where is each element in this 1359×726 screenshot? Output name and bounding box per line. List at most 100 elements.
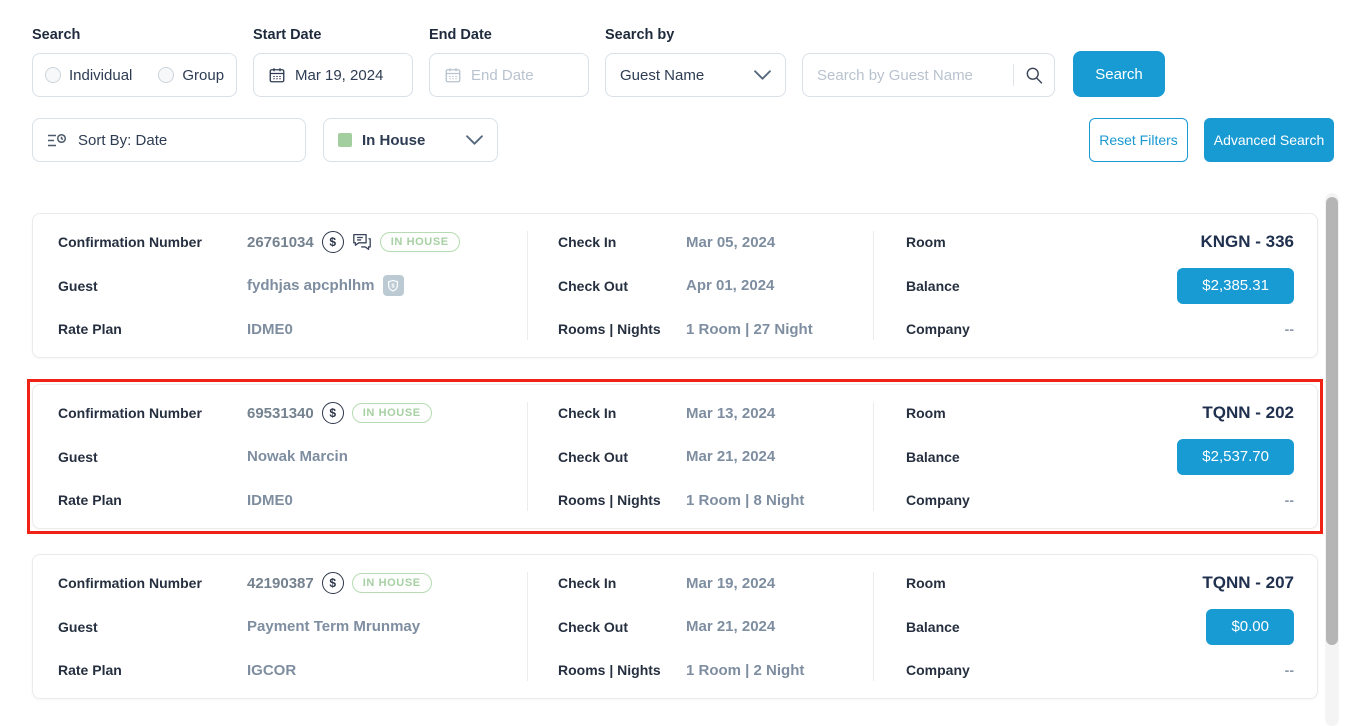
confirmation-number-value[interactable]: 42190387 bbox=[247, 575, 314, 592]
reset-filters-button[interactable]: Reset Filters bbox=[1089, 118, 1188, 162]
scrollbar-thumb[interactable] bbox=[1326, 197, 1338, 645]
room-value: TQNN - 202 bbox=[1202, 403, 1294, 423]
confirmation-number-value[interactable]: 69531340 bbox=[247, 405, 314, 422]
rooms-nights-label: Rooms | Nights bbox=[558, 662, 686, 678]
chevron-down-icon bbox=[466, 135, 483, 146]
svg-text:$: $ bbox=[391, 283, 395, 289]
rate-plan-value: IGCOR bbox=[247, 662, 296, 679]
reservation-card[interactable]: Confirmation Number 42190387 $ IN HOUSE … bbox=[32, 554, 1318, 699]
check-out-value: Apr 01, 2024 bbox=[686, 277, 774, 294]
calendar-icon bbox=[444, 66, 462, 84]
status-filter-value: In House bbox=[362, 132, 425, 149]
filter-bar: Search Individual Group Start Date Mar 1… bbox=[32, 27, 1334, 162]
check-out-value: Mar 21, 2024 bbox=[686, 448, 775, 465]
rooms-nights-value: 1 Room | 2 Night bbox=[686, 662, 804, 679]
guest-label: Guest bbox=[58, 449, 247, 465]
search-by-value: Guest Name bbox=[620, 67, 704, 84]
guest-name: Payment Term Mrunmay bbox=[247, 618, 420, 635]
balance-label: Balance bbox=[906, 449, 960, 465]
search-label: Search bbox=[32, 27, 237, 43]
balance-pill[interactable]: $2,385.31 bbox=[1177, 268, 1294, 304]
payment-shield-icon[interactable]: $ bbox=[383, 275, 404, 296]
dollar-circle-icon[interactable]: $ bbox=[322, 572, 344, 594]
radio-icon[interactable] bbox=[45, 67, 61, 83]
radio-individual[interactable]: Individual bbox=[45, 67, 132, 84]
room-label: Room bbox=[906, 575, 946, 591]
rate-plan-label: Rate Plan bbox=[58, 321, 247, 337]
balance-pill[interactable]: $0.00 bbox=[1206, 609, 1294, 645]
calendar-icon bbox=[268, 66, 286, 84]
end-date-placeholder: End Date bbox=[471, 67, 534, 84]
rooms-nights-label: Rooms | Nights bbox=[558, 492, 686, 508]
check-in-value: Mar 13, 2024 bbox=[686, 405, 775, 422]
company-label: Company bbox=[906, 321, 970, 337]
rate-plan-label: Rate Plan bbox=[58, 492, 247, 508]
reservation-card[interactable]: Confirmation Number 26761034 $ IN HOUSE … bbox=[32, 213, 1318, 358]
company-value: -- bbox=[1285, 492, 1294, 508]
chevron-down-icon bbox=[754, 70, 771, 81]
divider bbox=[1013, 64, 1014, 86]
status-square-icon bbox=[338, 133, 352, 147]
check-in-label: Check In bbox=[558, 575, 686, 591]
rooms-nights-value: 1 Room | 8 Night bbox=[686, 492, 804, 509]
confirmation-number-label: Confirmation Number bbox=[58, 234, 247, 250]
guest-label: Guest bbox=[58, 619, 247, 635]
check-out-label: Check Out bbox=[558, 449, 686, 465]
sort-icon bbox=[47, 133, 67, 148]
check-in-value: Mar 05, 2024 bbox=[686, 234, 775, 251]
guest-label: Guest bbox=[58, 278, 247, 294]
scrollbar-track[interactable] bbox=[1325, 193, 1339, 726]
company-value: -- bbox=[1285, 662, 1294, 678]
highlighted-card-outline: Confirmation Number 69531340 $ IN HOUSE … bbox=[27, 379, 1323, 534]
advanced-search-button[interactable]: Advanced Search bbox=[1204, 118, 1334, 162]
room-label: Room bbox=[906, 234, 946, 250]
search-icon[interactable] bbox=[1024, 65, 1044, 85]
radio-group[interactable]: Group bbox=[158, 67, 224, 84]
end-date-input[interactable]: End Date bbox=[429, 53, 589, 97]
balance-label: Balance bbox=[906, 278, 960, 294]
dollar-circle-icon[interactable]: $ bbox=[322, 402, 344, 424]
company-label: Company bbox=[906, 492, 970, 508]
room-value: TQNN - 207 bbox=[1202, 573, 1294, 593]
start-date-value: Mar 19, 2024 bbox=[295, 67, 383, 84]
radio-individual-label: Individual bbox=[69, 67, 132, 84]
rate-plan-value: IDME0 bbox=[247, 492, 293, 509]
sort-by-value: Sort By: Date bbox=[78, 132, 167, 149]
check-in-label: Check In bbox=[558, 234, 686, 250]
start-date-label: Start Date bbox=[253, 27, 413, 43]
confirmation-number-label: Confirmation Number bbox=[58, 575, 247, 591]
radio-icon[interactable] bbox=[158, 67, 174, 83]
check-in-label: Check In bbox=[558, 405, 686, 421]
in-house-badge: IN HOUSE bbox=[352, 403, 432, 423]
room-value: KNGN - 336 bbox=[1200, 232, 1294, 252]
status-filter-select[interactable]: In House bbox=[323, 118, 498, 162]
confirmation-number-label: Confirmation Number bbox=[58, 405, 247, 421]
search-by-label: Search by bbox=[605, 27, 786, 43]
company-value: -- bbox=[1285, 321, 1294, 337]
balance-pill[interactable]: $2,537.70 bbox=[1177, 439, 1294, 475]
room-label: Room bbox=[906, 405, 946, 421]
start-date-input[interactable]: Mar 19, 2024 bbox=[253, 53, 413, 97]
rate-plan-label: Rate Plan bbox=[58, 662, 247, 678]
search-button[interactable]: Search bbox=[1073, 51, 1165, 97]
check-out-label: Check Out bbox=[558, 278, 686, 294]
reservation-list: Confirmation Number 26761034 $ IN HOUSE … bbox=[32, 213, 1318, 699]
radio-group-label: Group bbox=[182, 67, 224, 84]
chat-icon[interactable] bbox=[352, 233, 372, 251]
dollar-circle-icon[interactable]: $ bbox=[322, 231, 344, 253]
in-house-badge: IN HOUSE bbox=[352, 573, 432, 593]
check-out-label: Check Out bbox=[558, 619, 686, 635]
sort-by-select[interactable]: Sort By: Date bbox=[32, 118, 306, 162]
confirmation-number-value[interactable]: 26761034 bbox=[247, 234, 314, 251]
rooms-nights-label: Rooms | Nights bbox=[558, 321, 686, 337]
end-date-label: End Date bbox=[429, 27, 589, 43]
search-input[interactable] bbox=[817, 67, 1013, 84]
balance-label: Balance bbox=[906, 619, 960, 635]
search-by-select[interactable]: Guest Name bbox=[605, 53, 786, 97]
search-type-radio-group: Individual Group bbox=[32, 53, 237, 97]
check-out-value: Mar 21, 2024 bbox=[686, 618, 775, 635]
reservation-card[interactable]: Confirmation Number 69531340 $ IN HOUSE … bbox=[32, 384, 1318, 529]
in-house-badge: IN HOUSE bbox=[380, 232, 460, 252]
guest-name: fydhjas apcphlhm bbox=[247, 277, 375, 294]
check-in-value: Mar 19, 2024 bbox=[686, 575, 775, 592]
